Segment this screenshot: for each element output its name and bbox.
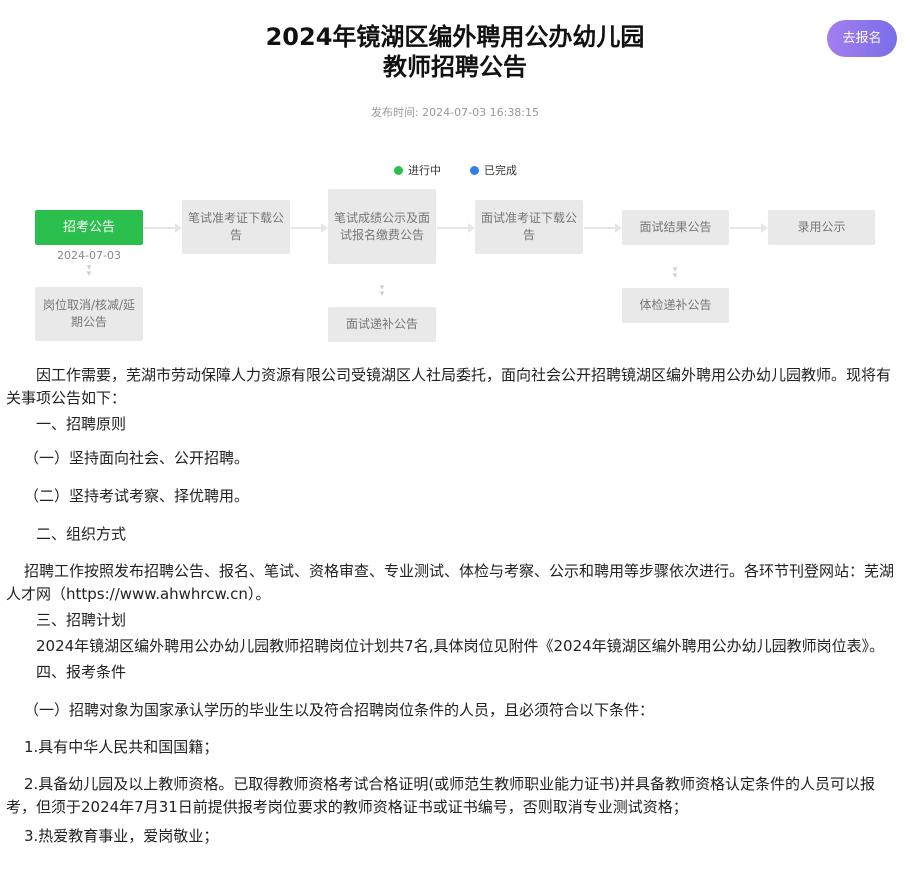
- legend-completed-label: 已完成: [484, 164, 517, 177]
- step-interview-admission-download[interactable]: 面试准考证下载公告: [475, 200, 583, 254]
- arrow-icon: [584, 223, 622, 233]
- paragraph: 2.具备幼儿园及以上教师资格。已取得教师资格考试合格证明(或师范生教师职业能力证…: [6, 775, 876, 816]
- step-interview-backfill[interactable]: 面试递补公告: [328, 307, 436, 342]
- down-arrow-icon: ▾ ▾: [86, 263, 92, 279]
- legend-in-progress-label: 进行中: [408, 164, 441, 177]
- step-written-admission-download[interactable]: 笔试准考证下载公告: [182, 200, 290, 254]
- paragraph: 1.具有中华人民共和国国籍；: [24, 738, 219, 756]
- down-arrow-icon: ▾ ▾: [672, 265, 678, 281]
- green-dot-icon: [394, 165, 403, 175]
- step-written-results[interactable]: 笔试成绩公示及面试报名缴费公告: [328, 189, 436, 264]
- step-date: 2024-07-03: [57, 249, 121, 262]
- step-medical-backfill[interactable]: 体检递补公告: [622, 288, 729, 323]
- title-line-1: 2024年镜湖区编外聘用公办幼儿园: [265, 23, 645, 51]
- paragraph: （二）坚持考试考察、择优聘用。: [24, 487, 250, 505]
- paragraph: 因工作需要，芜湖市劳动保障人力资源有限公司受镜湖区人社局委托，面向社会公开招聘镜…: [6, 366, 892, 407]
- arrow-icon: [144, 223, 182, 233]
- arrow-icon: [291, 223, 328, 233]
- step-position-adjustment[interactable]: 岗位取消/核减/延期公告: [35, 287, 143, 341]
- publish-time: 发布时间: 2024-07-03 16:38:15: [370, 106, 540, 119]
- legend-completed: 已完成: [470, 162, 517, 178]
- down-arrow-icon: ▾ ▾: [379, 283, 385, 299]
- arrow-icon: [730, 223, 768, 233]
- article-body: 因工作需要，芜湖市劳动保障人力资源有限公司受镜湖区人社局委托，面向社会公开招聘镜…: [6, 364, 902, 848]
- step-hiring-publicity[interactable]: 录用公示: [768, 210, 875, 245]
- paragraph: （一）坚持面向社会、公开招聘。: [24, 449, 250, 467]
- arrow-icon: [437, 223, 475, 233]
- step-recruit-announcement[interactable]: 招考公告: [35, 210, 143, 245]
- paragraph: 2024年镜湖区编外聘用公办幼儿园教师招聘岗位计划共7名,具体岗位见附件《202…: [36, 637, 885, 655]
- section-heading: 三、招聘计划: [36, 611, 127, 629]
- legend-in-progress: 进行中: [394, 162, 441, 178]
- paragraph: 招聘工作按照发布招聘公告、报名、笔试、资格审查、专业测试、体检与考察、公示和聘用…: [6, 562, 895, 603]
- section-heading: 四、报考条件: [36, 663, 127, 681]
- section-heading: 二、组织方式: [36, 525, 127, 543]
- page-title: 2024年镜湖区编外聘用公办幼儿园 教师招聘公告: [0, 22, 910, 82]
- paragraph: （一）招聘对象为国家承认学历的毕业生以及符合招聘岗位条件的人员，且必须符合以下条…: [24, 701, 655, 719]
- paragraph: 3.热爱教育事业，爱岗敬业；: [24, 827, 219, 845]
- blue-dot-icon: [470, 165, 479, 175]
- apply-button[interactable]: 去报名: [827, 20, 897, 57]
- section-heading: 一、招聘原则: [36, 415, 127, 433]
- step-interview-results[interactable]: 面试结果公告: [622, 210, 729, 245]
- title-line-2: 教师招聘公告: [383, 53, 527, 81]
